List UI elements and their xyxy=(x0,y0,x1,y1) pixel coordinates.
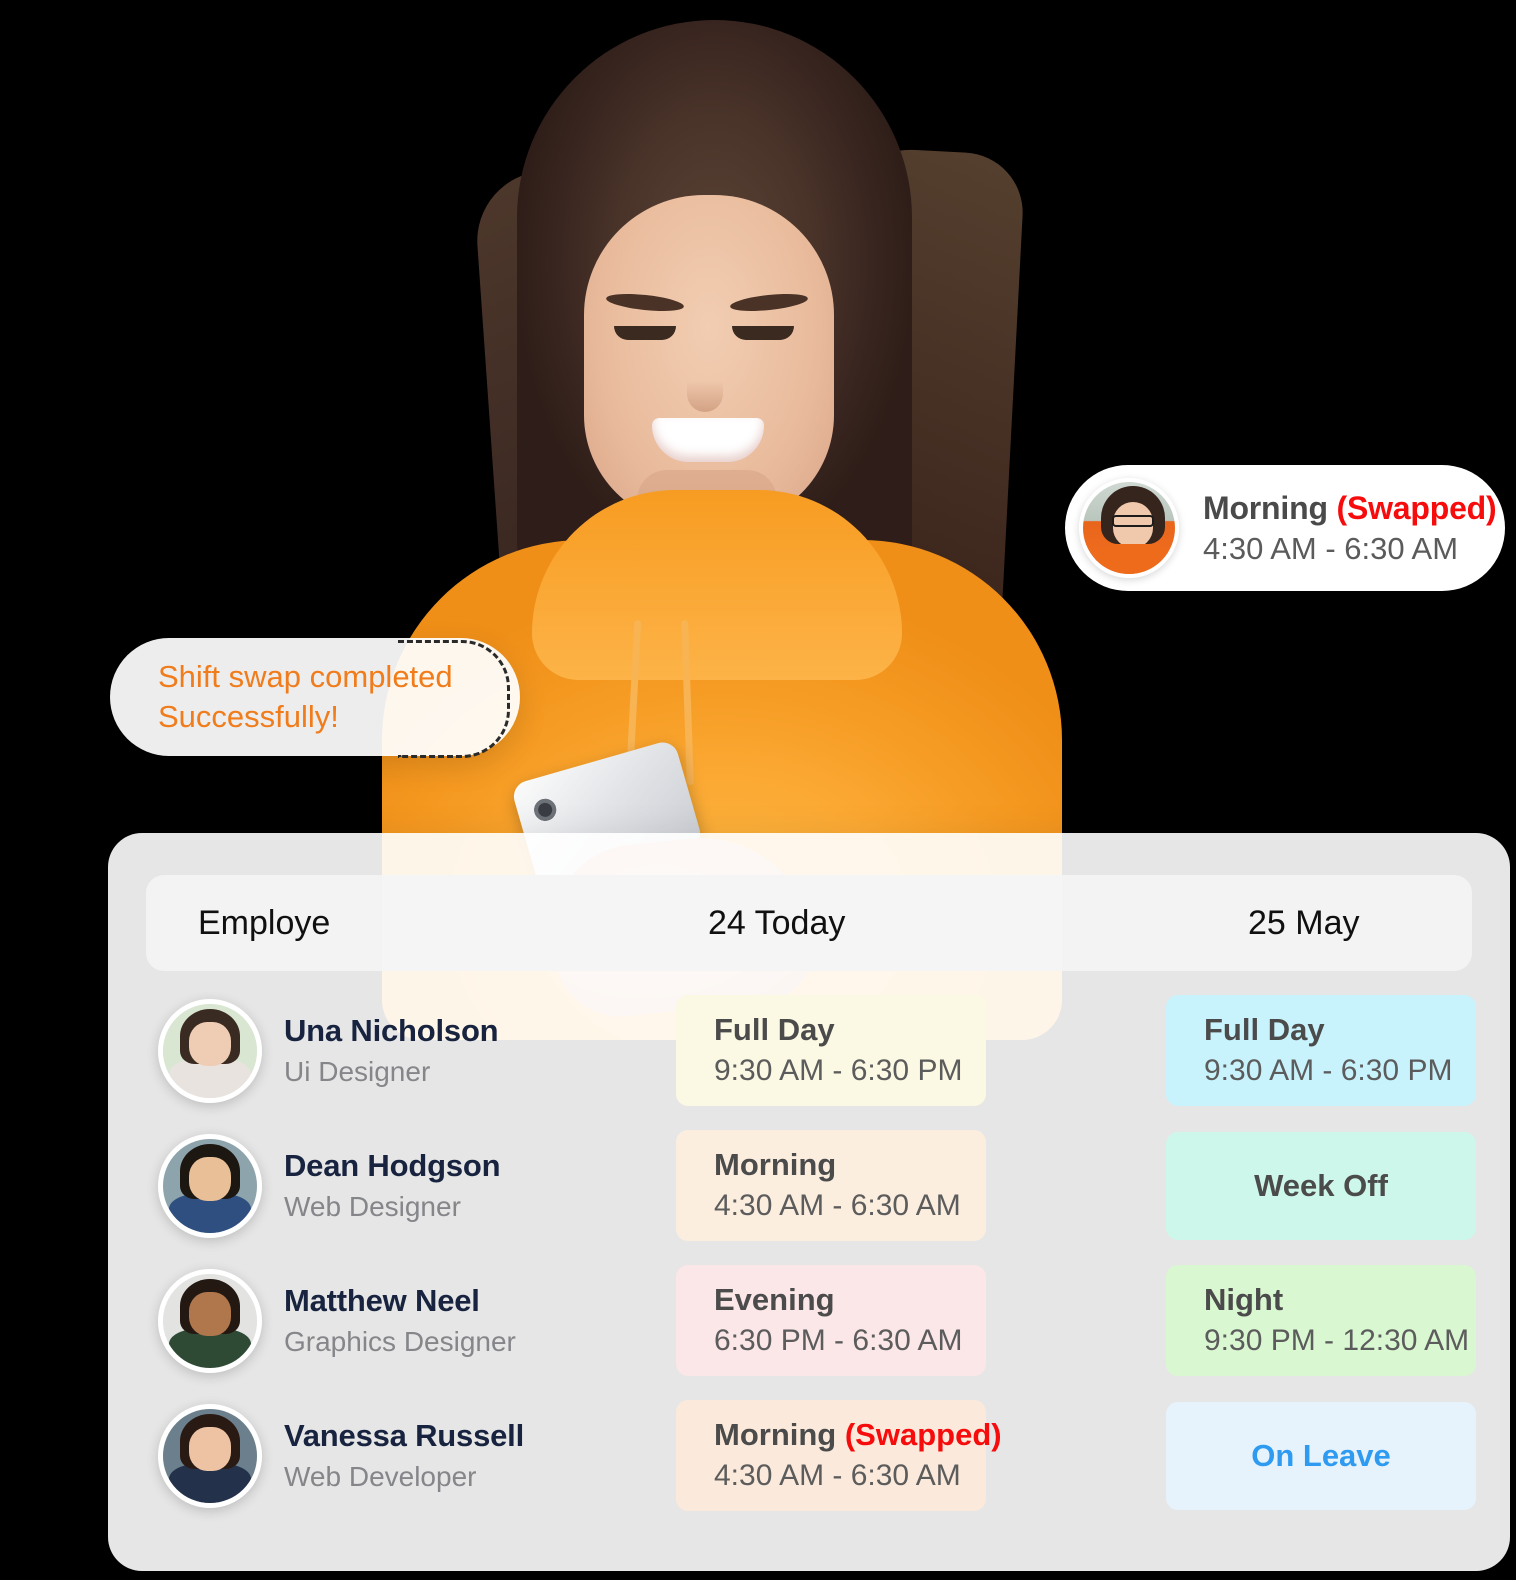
column-header-next-day: 25 May xyxy=(1248,903,1360,942)
employee-cell: Una Nicholson Ui Designer xyxy=(146,998,676,1103)
employee-meta: Vanessa Russell Web Developer xyxy=(262,1417,524,1494)
next_day-shift-chip[interactable]: Night 9:30 PM - 12:30 AM xyxy=(1166,1265,1476,1376)
today-cell: Full Day 9:30 AM - 6:30 PM xyxy=(676,995,1166,1106)
next_day-shift-title-main: Night xyxy=(1204,1282,1284,1318)
shift-badge-title: Morning (Swapped) xyxy=(1203,489,1497,527)
glasses-icon xyxy=(1112,515,1154,527)
mouth xyxy=(652,418,764,462)
employee-cell: Vanessa Russell Web Developer xyxy=(146,1403,676,1508)
employee-name: Una Nicholson xyxy=(284,1013,499,1049)
today-cell: Morning 4:30 AM - 6:30 AM xyxy=(676,1130,1166,1241)
toast-line-2: Successfully! xyxy=(158,699,339,734)
vanessa-russell-avatar xyxy=(158,1403,262,1508)
employee-name: Vanessa Russell xyxy=(284,1418,524,1454)
next_day-shift-chip[interactable]: Week Off xyxy=(1166,1131,1476,1240)
employee-meta: Una Nicholson Ui Designer xyxy=(262,1012,499,1089)
next_day-shift-title-main: Full Day xyxy=(1204,1012,1325,1048)
next_day-cell: Night 9:30 PM - 12:30 AM xyxy=(1166,1265,1476,1376)
today-cell: Morning (Swapped) 4:30 AM - 6:30 AM xyxy=(676,1400,1166,1511)
schedule-card: Employe 24 Today 25 May Una Nicholson Ui … xyxy=(108,833,1510,1571)
table-row[interactable]: Vanessa Russell Web Developer Morning (Swa… xyxy=(136,1388,1482,1523)
next_day-shift-status: On Leave xyxy=(1251,1437,1391,1473)
next_day-shift-chip[interactable]: Full Day 9:30 AM - 6:30 PM xyxy=(1166,995,1476,1106)
matthew-neel-avatar xyxy=(158,1268,262,1373)
today-shift-title: Morning (Swapped) xyxy=(714,1416,1002,1454)
next_day-cell: On Leave xyxy=(1166,1401,1476,1510)
next_day-cell: Week Off xyxy=(1166,1131,1476,1240)
today-shift-chip[interactable]: Morning 4:30 AM - 6:30 AM xyxy=(676,1130,986,1241)
today-shift-chip[interactable]: Full Day 9:30 AM - 6:30 PM xyxy=(676,995,986,1106)
next_day-shift-chip[interactable]: On Leave xyxy=(1166,1401,1476,1510)
screenshot-stage: Morning (Swapped) 4:30 AM - 6:30 AM Shif… xyxy=(0,0,1516,1580)
today-shift-chip[interactable]: Evening 6:30 PM - 6:30 AM xyxy=(676,1265,986,1376)
today-shift-time: 9:30 AM - 6:30 PM xyxy=(714,1054,963,1088)
today-shift-title: Evening xyxy=(714,1281,986,1319)
table-row[interactable]: Una Nicholson Ui Designer Full Day 9:30 AM … xyxy=(136,983,1482,1118)
nose xyxy=(687,360,723,412)
next_day-shift-status: Week Off xyxy=(1254,1167,1388,1203)
employee-name: Matthew Neel xyxy=(284,1283,480,1319)
employee-role: Web Designer xyxy=(284,1191,461,1223)
today-shift-title-main: Full Day xyxy=(714,1012,835,1048)
today-swapped-tag: (Swapped) xyxy=(844,1417,1002,1453)
table-header: Employe 24 Today 25 May xyxy=(146,875,1472,971)
avatar-face xyxy=(189,1157,231,1201)
table-row[interactable]: Matthew Neel Graphics Designer Evening 6:30… xyxy=(136,1253,1482,1388)
shift-badge-time: 4:30 AM - 6:30 AM xyxy=(1203,530,1459,566)
employee-role: Ui Designer xyxy=(284,1056,431,1088)
employee-cell: Dean Hodgson Web Designer xyxy=(146,1133,676,1238)
today-cell: Evening 6:30 PM - 6:30 AM xyxy=(676,1265,1166,1376)
today-shift-title-main: Morning xyxy=(714,1417,845,1453)
next_day-cell: Full Day 9:30 AM - 6:30 PM xyxy=(1166,995,1476,1106)
employee-meta: Matthew Neel Graphics Designer xyxy=(262,1282,516,1359)
success-toast: Shift swap completed Successfully! xyxy=(110,638,520,756)
eye-right xyxy=(732,326,794,340)
avatar-face xyxy=(189,1427,231,1471)
today-shift-time: 4:30 AM - 6:30 AM xyxy=(714,1459,961,1493)
shift-badge-avatar xyxy=(1079,478,1179,578)
avatar-face xyxy=(189,1292,231,1336)
today-shift-title-main: Morning xyxy=(714,1147,837,1183)
toast-line-1: Shift swap completed xyxy=(158,659,453,695)
shift-badge-title-main: Morning xyxy=(1203,490,1337,527)
today-shift-title-main: Evening xyxy=(714,1282,835,1318)
shift-badge-swapped-tag: (Swapped) xyxy=(1336,490,1497,527)
today-shift-title: Full Day xyxy=(714,1011,986,1049)
today-shift-time: 6:30 PM - 6:30 AM xyxy=(714,1324,963,1358)
eye-left xyxy=(614,326,676,340)
una-nicholson-avatar xyxy=(158,998,262,1103)
next_day-shift-time: 9:30 PM - 12:30 AM xyxy=(1204,1324,1470,1358)
employee-role: Graphics Designer xyxy=(284,1326,516,1358)
column-header-today: 24 Today xyxy=(708,903,846,942)
today-shift-chip[interactable]: Morning (Swapped) 4:30 AM - 6:30 AM xyxy=(676,1400,1002,1511)
employee-cell: Matthew Neel Graphics Designer xyxy=(146,1268,676,1373)
next_day-shift-title: Full Day xyxy=(1204,1011,1476,1049)
column-header-employee: Employe xyxy=(198,903,331,942)
shift-badge-text: Morning (Swapped) 4:30 AM - 6:30 AM xyxy=(1179,489,1497,567)
today-shift-time: 4:30 AM - 6:30 AM xyxy=(714,1189,961,1223)
employee-meta: Dean Hodgson Web Designer xyxy=(262,1147,501,1224)
avatar-body xyxy=(1093,544,1175,574)
next_day-shift-title: Night xyxy=(1204,1281,1476,1319)
table-row[interactable]: Dean Hodgson Web Designer Morning 4:30 AM -… xyxy=(136,1118,1482,1253)
next_day-shift-time: 9:30 AM - 6:30 PM xyxy=(1204,1054,1453,1088)
table-body: Una Nicholson Ui Designer Full Day 9:30 AM … xyxy=(136,983,1482,1523)
today-shift-title: Morning xyxy=(714,1146,986,1184)
employee-name: Dean Hodgson xyxy=(284,1148,501,1184)
floating-shift-badge[interactable]: Morning (Swapped) 4:30 AM - 6:30 AM xyxy=(1065,465,1505,591)
avatar-face xyxy=(189,1022,231,1066)
employee-role: Web Developer xyxy=(284,1461,477,1493)
dean-hodgson-avatar xyxy=(158,1133,262,1238)
